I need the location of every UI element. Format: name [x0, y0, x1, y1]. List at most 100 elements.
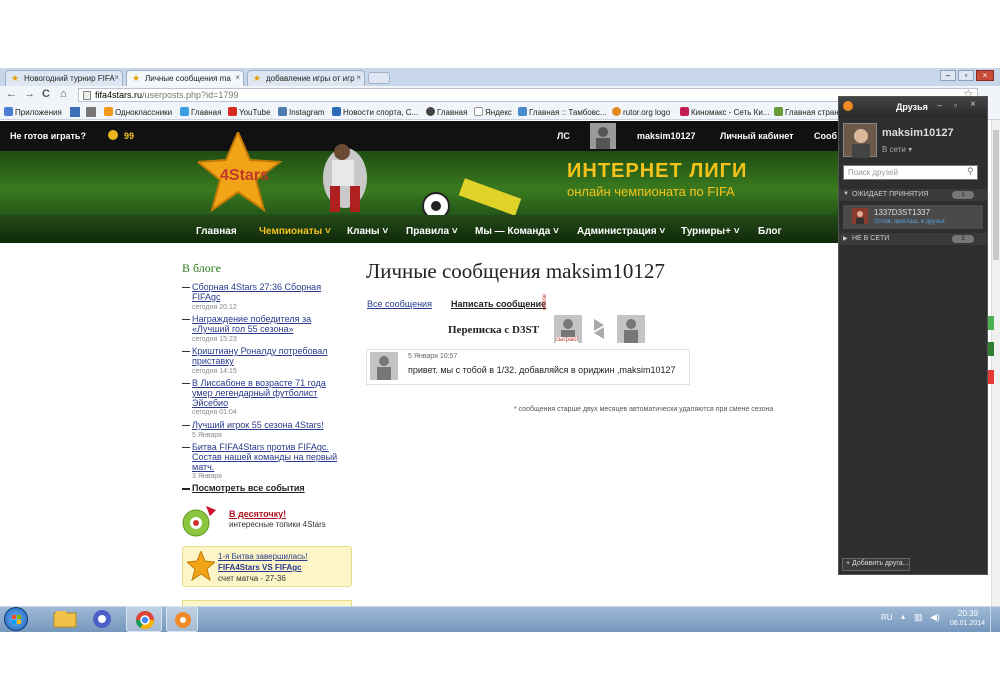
- add-friend-button[interactable]: + Добавить друга...: [842, 558, 910, 571]
- forward-icon[interactable]: →: [24, 88, 35, 100]
- tab-tournament[interactable]: ★ Новогодний турнир FIFA ×: [5, 70, 123, 86]
- close-icon[interactable]: ×: [356, 73, 361, 82]
- reload-icon[interactable]: C: [42, 88, 50, 100]
- tab-label: Личные сообщения ma: [145, 74, 231, 83]
- network-icon[interactable]: ▥: [914, 612, 923, 623]
- cabinet-link[interactable]: Личный кабинет: [720, 131, 794, 141]
- nav-tournaments[interactable]: Турниры+ ˅: [681, 226, 740, 237]
- my-avatar[interactable]: [617, 315, 645, 343]
- bookmark-yandex[interactable]: Яндекс: [474, 107, 512, 117]
- friend-avatar[interactable]: [852, 208, 868, 224]
- page-title: Личные сообщения maksim10127: [366, 259, 665, 283]
- tray-expand-icon[interactable]: ▴: [901, 612, 905, 621]
- close-icon[interactable]: ×: [970, 99, 976, 110]
- bookmark-youtube[interactable]: YouTube: [228, 107, 270, 117]
- close-icon[interactable]: ×: [235, 73, 240, 82]
- message-date: 5 Января 10:57: [408, 353, 458, 360]
- person-icon: [596, 127, 610, 149]
- expand-icon[interactable]: ▼: [843, 191, 849, 197]
- bookmark-apps[interactable]: Приложения: [4, 107, 62, 117]
- bookmark-main-page[interactable]: Главная страни: [774, 107, 843, 117]
- scrollbar-thumb[interactable]: [993, 130, 999, 260]
- all-messages-link[interactable]: Все сообщения: [367, 299, 432, 309]
- tab-messages[interactable]: ★ Личные сообщения ma ×: [126, 70, 244, 86]
- volume-icon[interactable]: ◀): [930, 612, 940, 623]
- show-desktop-button[interactable]: [990, 606, 1000, 632]
- side-tab-icon[interactable]: [988, 370, 994, 384]
- maximize-icon[interactable]: ▫: [954, 100, 957, 110]
- revoke-invite-link[interactable]: Отозв. приглаш. в друзья: [874, 219, 945, 225]
- collapse-icon[interactable]: ▶: [843, 235, 848, 242]
- blog-post-link[interactable]: В Лиссабоне в возрасте 71 года умер леге…: [192, 378, 342, 408]
- bookmark-kinomax[interactable]: Киномакс - Сеть Ки...: [680, 107, 769, 117]
- tab-add-game[interactable]: ★ добавление игры от игр ×: [247, 70, 365, 86]
- bookmark-instagram[interactable]: Instagram: [278, 107, 325, 117]
- close-icon[interactable]: ×: [114, 73, 119, 82]
- minimize-icon[interactable]: –: [937, 100, 942, 110]
- bookmark-rutor[interactable]: rutor.org logo: [612, 107, 670, 117]
- banner-title: ИНТЕРНЕТ ЛИГИ: [567, 160, 748, 182]
- game-client-taskbar-icon[interactable]: [166, 606, 198, 632]
- nav-blog[interactable]: Блог: [758, 226, 782, 237]
- blog-post-link[interactable]: Лучший игрок 55 сезона 4Stars!: [192, 420, 342, 430]
- star-icon: ★: [132, 73, 141, 83]
- bookmark-icon[interactable]: [86, 107, 96, 117]
- list-bullet: [182, 447, 190, 448]
- bookmark-ok[interactable]: Одноклассники: [104, 107, 172, 117]
- not-ready-link[interactable]: Не готов играть?: [10, 131, 86, 141]
- blog-post-time: сегодня 01:04: [192, 409, 237, 416]
- star-icon: ★: [253, 73, 262, 83]
- close-window-icon[interactable]: ×: [976, 70, 994, 81]
- maximize-icon[interactable]: ▫: [958, 70, 974, 81]
- top10-link[interactable]: В десяточку!: [229, 509, 286, 519]
- list-bullet: [182, 488, 190, 490]
- pm-link[interactable]: ЛС: [557, 131, 570, 141]
- bookmark-tambov[interactable]: Главная :: Тамбовс...: [518, 107, 607, 117]
- explorer-taskbar-icon[interactable]: [52, 609, 78, 629]
- all-events-link[interactable]: Посмотреть все события: [192, 483, 305, 493]
- username-link[interactable]: maksim10127: [637, 131, 696, 141]
- search-icon[interactable]: ⚲: [967, 166, 974, 177]
- blog-post-link[interactable]: Награждение победителя за «Лучший гол 55…: [192, 314, 342, 334]
- language-indicator[interactable]: RU: [881, 613, 893, 622]
- friend-search-input[interactable]: Поиск друзей ⚲: [843, 165, 978, 180]
- offline-label: НЕ В СЕТИ: [852, 235, 890, 242]
- nav-championships[interactable]: Чемпионаты ˅: [259, 226, 331, 237]
- battle-title[interactable]: 1-я Битва завершилась!: [218, 552, 307, 561]
- nav-clans[interactable]: Кланы ˅: [347, 226, 388, 237]
- new-tab-button[interactable]: [368, 72, 390, 84]
- pending-label: ОЖИДАЕТ ПРИНЯТИЯ: [852, 191, 929, 198]
- minimize-icon[interactable]: –: [940, 70, 956, 81]
- blog-post-link[interactable]: Сборная 4Stars 27:36 Сборная FIFAgc: [192, 282, 342, 302]
- chrome-taskbar-icon[interactable]: [126, 606, 162, 632]
- blog-post-link[interactable]: Битва FIFA4Stars против FIFAgc. Состав н…: [192, 442, 342, 472]
- battle-teams[interactable]: FIFA4Stars VS FIFAgc: [218, 563, 302, 572]
- status-dropdown[interactable]: В сети ▾: [882, 145, 912, 154]
- blog-post-link[interactable]: Криштиану Роналду потребовал приставку: [192, 346, 342, 366]
- media-player-taskbar-icon[interactable]: [90, 608, 114, 630]
- write-message-link[interactable]: Написать сообщение: [451, 299, 546, 309]
- back-icon[interactable]: ←: [6, 88, 17, 100]
- page-scrollbar[interactable]: [991, 120, 1000, 606]
- person-icon: [377, 356, 391, 380]
- bookmark-sport[interactable]: Новости спорта, С...: [332, 107, 418, 117]
- side-tab-icon[interactable]: [988, 316, 994, 330]
- nav-rules[interactable]: Правила ˅: [406, 226, 458, 237]
- nav-admin[interactable]: Администрация ˅: [577, 226, 665, 237]
- user-avatar[interactable]: [590, 123, 616, 149]
- svg-text:4Stars: 4Stars: [220, 167, 269, 184]
- battle-score: счет матча - 27-36: [218, 574, 286, 583]
- side-tab-icon[interactable]: [988, 342, 994, 356]
- bookmark-main[interactable]: Главная: [426, 107, 467, 117]
- nav-home[interactable]: Главная: [196, 226, 237, 237]
- messages-link[interactable]: Сооб: [814, 131, 837, 141]
- bookmark-icon[interactable]: [70, 107, 80, 117]
- nav-team[interactable]: Мы — Команда ˅: [475, 226, 559, 237]
- footballer-image: [290, 138, 400, 216]
- bookmark-twitter[interactable]: Главная: [180, 107, 221, 117]
- message-avatar[interactable]: [370, 352, 398, 380]
- home-icon[interactable]: ⌂: [60, 88, 67, 100]
- start-button[interactable]: [4, 607, 28, 631]
- coin-icon: [108, 130, 118, 140]
- friends-user-avatar[interactable]: [843, 123, 877, 158]
